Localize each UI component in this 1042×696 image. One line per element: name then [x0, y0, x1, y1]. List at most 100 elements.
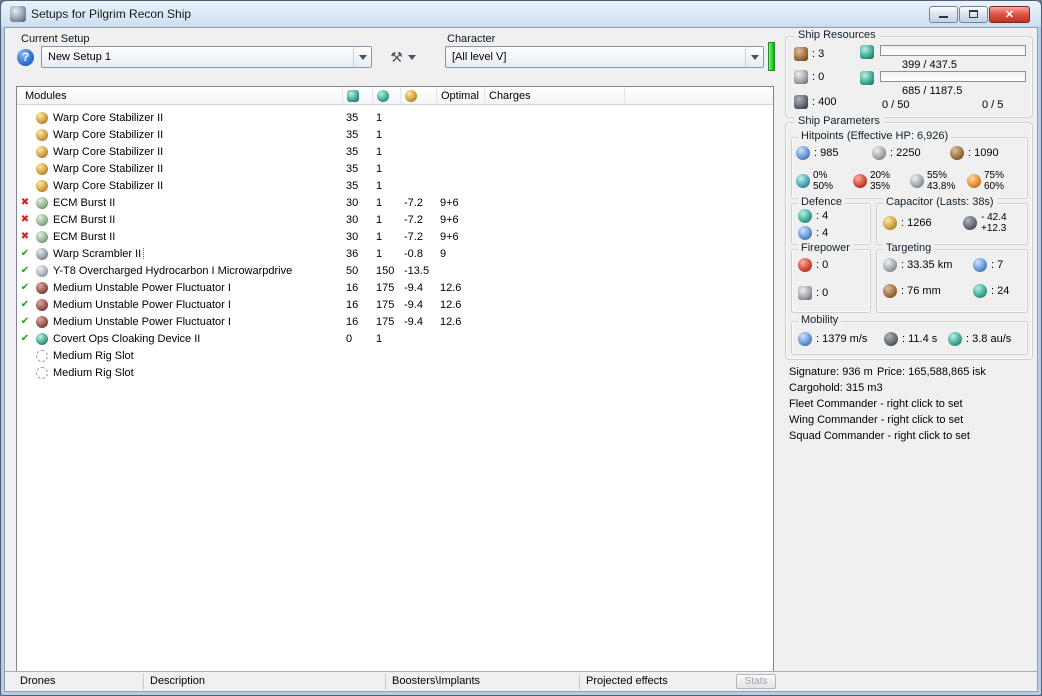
- fleet-commander-text[interactable]: Fleet Commander - right click to set: [789, 396, 1035, 412]
- warp-core-stabilizer-icon: [36, 162, 48, 175]
- tab-description[interactable]: Description: [150, 675, 205, 687]
- module-row[interactable]: ✔ Medium Unstable Power Fluctuator I 16 …: [17, 313, 773, 330]
- module-row[interactable]: Warp Core Stabilizer II 35 1: [17, 160, 773, 177]
- module-powergrid-value: 1: [376, 213, 383, 226]
- shield-resist-value: 0%: [813, 170, 828, 181]
- module-capacitor-value: -9.4: [404, 315, 423, 328]
- capacitor-drain-value: - 42.4: [981, 212, 1007, 223]
- max-targets-value: : 7: [991, 259, 1004, 271]
- module-name[interactable]: ECM Burst II: [51, 197, 117, 209]
- stats-button[interactable]: Stats: [736, 674, 776, 689]
- tab-projected-effects[interactable]: Projected effects: [586, 675, 668, 687]
- module-cpu-value: 50: [346, 264, 359, 277]
- maximize-button[interactable]: [959, 5, 988, 23]
- warp-speed-value: : 3.8 au/s: [966, 333, 1012, 345]
- character-value: [All level V]: [452, 51, 507, 63]
- warp-core-stabilizer-icon: [36, 179, 48, 192]
- fitted-ok-icon: ✔: [20, 265, 30, 276]
- cpu-column-header[interactable]: [343, 87, 373, 104]
- armor-defence-value: : 4: [816, 227, 829, 239]
- module-name[interactable]: Medium Unstable Power Fluctuator I: [51, 282, 233, 294]
- dropdown-arrow-icon[interactable]: [745, 47, 763, 67]
- launcher-hardpoints-icon: [794, 70, 808, 84]
- microwarpdrive-icon: [36, 264, 48, 277]
- module-name[interactable]: ECM Burst II: [51, 214, 117, 226]
- turret-dps-icon: [798, 258, 812, 272]
- module-name[interactable]: Warp Core Stabilizer II: [51, 129, 165, 141]
- module-row[interactable]: Warp Core Stabilizer II 35 1: [17, 109, 773, 126]
- shield-hp-icon: [796, 146, 810, 160]
- wing-commander-text[interactable]: Wing Commander - right click to set: [789, 412, 1035, 428]
- module-optimal-value: 9+6: [440, 213, 459, 226]
- powergrid-column-header[interactable]: [373, 87, 401, 104]
- optimal-column-header[interactable]: Optimal: [437, 87, 485, 104]
- minimize-button[interactable]: [929, 5, 958, 23]
- launcher-hardpoints-value: : 0: [812, 71, 825, 83]
- module-name[interactable]: Y-T8 Overcharged Hydrocarbon I Microwarp…: [51, 265, 294, 277]
- help-icon[interactable]: ?: [17, 49, 34, 66]
- modules-table-header[interactable]: Modules Optimal Charges: [17, 87, 773, 105]
- defence-box: Defence : 4 : 4: [791, 196, 871, 245]
- capacitor-recharge-value: +12.3: [981, 223, 1007, 234]
- module-powergrid-value: 1: [376, 332, 383, 345]
- bottom-panel-strip: Drones Description Boosters\Implants Pro…: [5, 671, 1037, 691]
- defence-title: Defence: [798, 196, 845, 208]
- warp-core-stabilizer-icon: [36, 128, 48, 141]
- module-name[interactable]: Warp Core Stabilizer II: [51, 163, 165, 175]
- modules-table[interactable]: Modules Optimal Charges Warp Core Stabil…: [16, 86, 774, 672]
- character-dropdown[interactable]: [All level V]: [445, 46, 764, 68]
- module-row[interactable]: ✔ Warp Scrambler II 36 1 -0.8 9: [17, 245, 773, 262]
- module-name[interactable]: Medium Unstable Power Fluctuator I: [51, 299, 233, 311]
- module-row[interactable]: ✖ ECM Burst II 30 1 -7.2 9+6: [17, 211, 773, 228]
- module-name[interactable]: Medium Rig Slot: [51, 367, 136, 379]
- squad-commander-text[interactable]: Squad Commander - right click to set: [789, 428, 1035, 444]
- module-name[interactable]: ECM Burst II: [51, 231, 117, 243]
- agility-value: : 11.4 s: [902, 333, 938, 345]
- shield-defence-icon: [798, 209, 812, 223]
- module-row[interactable]: ✔ Covert Ops Cloaking Device II 0 1: [17, 330, 773, 347]
- module-capacitor-value: -13.5: [404, 264, 430, 277]
- rig-slot-icon: [36, 349, 48, 362]
- module-row[interactable]: Medium Rig Slot: [17, 347, 773, 364]
- module-name[interactable]: Covert Ops Cloaking Device II: [51, 333, 202, 345]
- module-row[interactable]: ✖ ECM Burst II 30 1 -7.2 9+6: [17, 194, 773, 211]
- module-row[interactable]: Medium Rig Slot: [17, 364, 773, 381]
- module-row[interactable]: ✖ ECM Burst II 30 1 -7.2 9+6: [17, 228, 773, 245]
- module-name[interactable]: Warp Core Stabilizer II: [51, 146, 165, 158]
- armor-defence-icon: [798, 226, 812, 240]
- tab-boosters-implants[interactable]: Boosters\Implants: [392, 675, 480, 687]
- hitpoints-box: Hitpoints (Effective HP: 6,926) : 985 : …: [791, 130, 1028, 199]
- shield-resist-value: 75%: [984, 170, 1005, 181]
- app-window: Setups for Pilgrim Recon Ship ✕ Current …: [0, 0, 1042, 696]
- module-name[interactable]: Medium Rig Slot: [51, 350, 136, 362]
- current-setup-value: New Setup 1: [48, 51, 111, 63]
- capacitor-icon: [883, 216, 897, 230]
- close-button[interactable]: ✕: [989, 5, 1030, 23]
- module-row[interactable]: ✔ Medium Unstable Power Fluctuator I 16 …: [17, 279, 773, 296]
- current-setup-dropdown[interactable]: New Setup 1: [41, 46, 372, 68]
- warp-scrambler-icon: [36, 247, 48, 260]
- module-row[interactable]: ✔ Medium Unstable Power Fluctuator I 16 …: [17, 296, 773, 313]
- titlebar[interactable]: Setups for Pilgrim Recon Ship ✕: [4, 1, 1038, 27]
- dropdown-arrow-icon[interactable]: [353, 47, 371, 67]
- module-row[interactable]: Warp Core Stabilizer II 35 1: [17, 126, 773, 143]
- module-powergrid-value: 1: [376, 179, 383, 192]
- module-name[interactable]: Warp Core Stabilizer II: [51, 180, 165, 192]
- module-row[interactable]: Warp Core Stabilizer II 35 1: [17, 177, 773, 194]
- character-label: Character: [447, 33, 496, 45]
- setup-tools-button[interactable]: ⚒: [380, 46, 426, 68]
- resists-row: 0% 50% 20% 35% 55% 43.8% 75% 60%: [796, 170, 1024, 192]
- capacitor-column-header[interactable]: [401, 87, 437, 104]
- module-name[interactable]: Warp Scrambler II: [51, 247, 145, 260]
- rig-slot-icon: [36, 366, 48, 379]
- module-name[interactable]: Warp Core Stabilizer II: [51, 112, 165, 124]
- tools-dropdown-icon[interactable]: [407, 54, 416, 60]
- close-icon: ✕: [1004, 8, 1015, 21]
- modules-column-header[interactable]: Modules: [17, 87, 343, 104]
- module-name[interactable]: Medium Unstable Power Fluctuator I: [51, 316, 233, 328]
- tab-drones[interactable]: Drones: [20, 675, 55, 687]
- module-row[interactable]: ✔ Y-T8 Overcharged Hydrocarbon I Microwa…: [17, 262, 773, 279]
- charges-column-header[interactable]: Charges: [485, 87, 625, 104]
- module-cpu-value: 0: [346, 332, 353, 345]
- module-row[interactable]: Warp Core Stabilizer II 35 1: [17, 143, 773, 160]
